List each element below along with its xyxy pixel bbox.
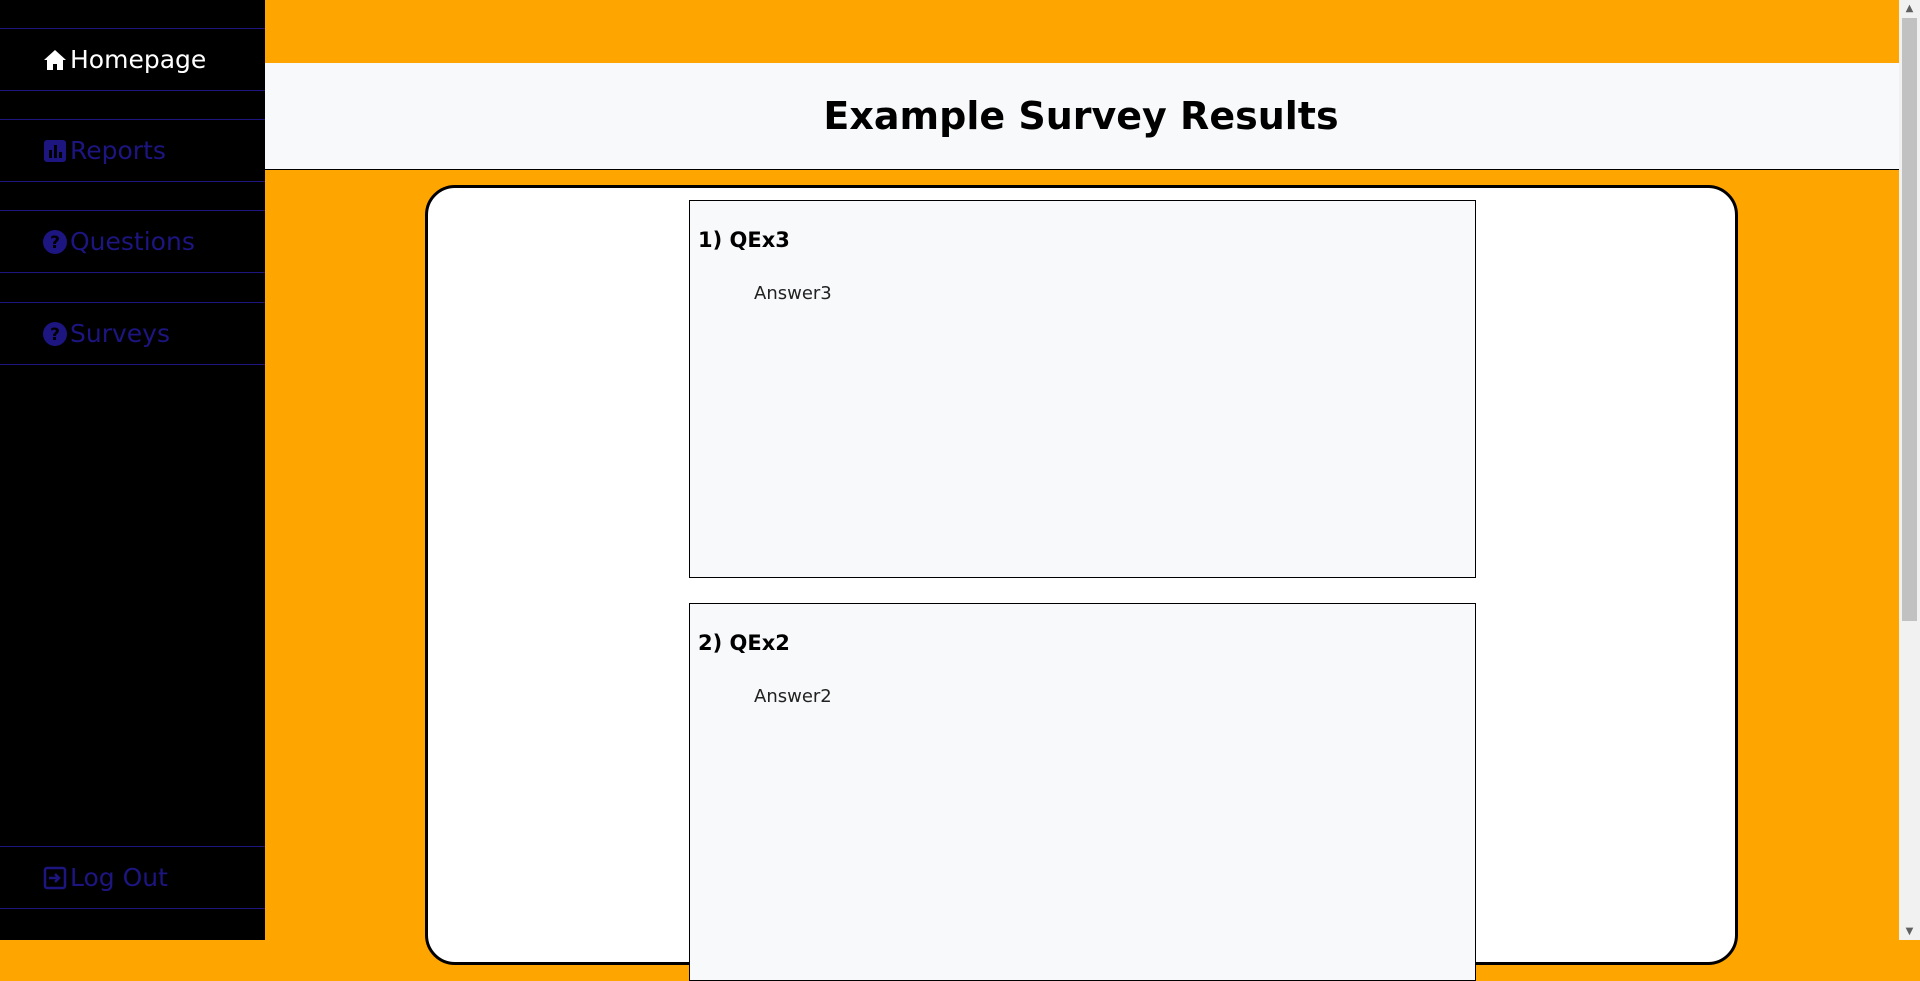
- svg-text:?: ?: [50, 233, 60, 253]
- sidebar-item-label: Reports: [70, 136, 166, 165]
- sidebar-item-label: Questions: [70, 227, 195, 256]
- logout-label: Log Out: [70, 863, 168, 892]
- question-title: 2) QEx2: [698, 631, 790, 655]
- question-circle-icon: ?: [42, 321, 68, 347]
- page-header: Example Survey Results: [265, 63, 1899, 170]
- question-result-box: 1) QEx3 Answer3: [689, 200, 1476, 578]
- logout-button[interactable]: Log Out: [0, 846, 265, 909]
- sidebar-item-homepage[interactable]: Homepage: [0, 28, 265, 91]
- question-title: 1) QEx3: [698, 228, 790, 252]
- home-icon: [42, 47, 68, 73]
- sidebar-item-label: Surveys: [70, 319, 170, 348]
- scroll-up-arrow-icon[interactable]: ▲: [1899, 0, 1920, 17]
- logout-icon: [42, 865, 68, 891]
- page-title: Example Survey Results: [823, 94, 1339, 138]
- svg-text:?: ?: [50, 325, 60, 345]
- sidebar: Homepage Reports ? Questions ? Surveys L…: [0, 0, 265, 940]
- sidebar-item-reports[interactable]: Reports: [0, 119, 265, 182]
- question-answer: Answer2: [754, 686, 832, 707]
- scroll-down-arrow-icon[interactable]: ▼: [1899, 923, 1920, 940]
- sidebar-item-questions[interactable]: ? Questions: [0, 210, 265, 273]
- scrollbar-thumb[interactable]: [1902, 18, 1917, 621]
- bar-chart-icon: [42, 138, 68, 164]
- question-circle-icon: ?: [42, 229, 68, 255]
- question-answer: Answer3: [754, 283, 832, 304]
- sidebar-item-label: Homepage: [70, 45, 207, 74]
- question-result-box: 2) QEx2 Answer2: [689, 603, 1476, 981]
- sidebar-item-surveys[interactable]: ? Surveys: [0, 302, 265, 365]
- vertical-scrollbar[interactable]: ▲ ▼: [1899, 0, 1920, 940]
- top-bar: [265, 0, 1899, 63]
